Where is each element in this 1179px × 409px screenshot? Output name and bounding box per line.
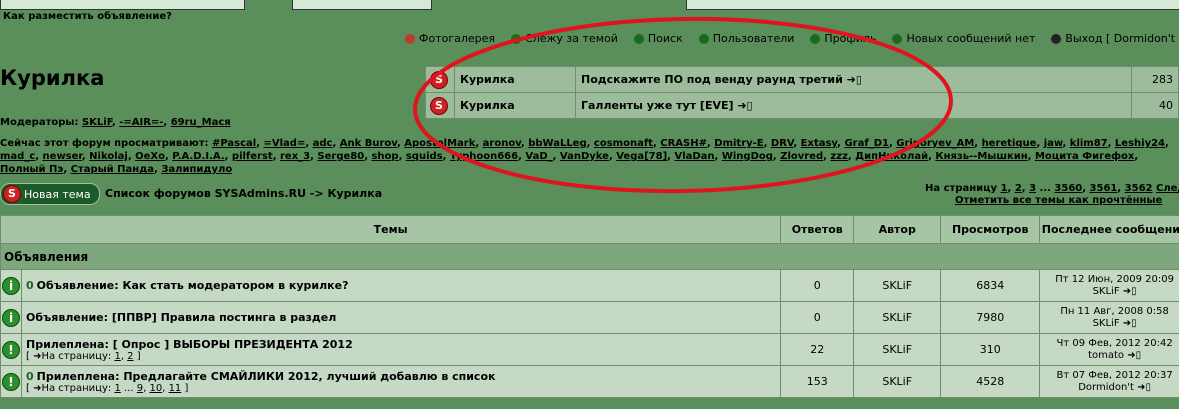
red-annotation-ellipse [413,16,953,194]
annotation-ellipse [413,16,953,194]
